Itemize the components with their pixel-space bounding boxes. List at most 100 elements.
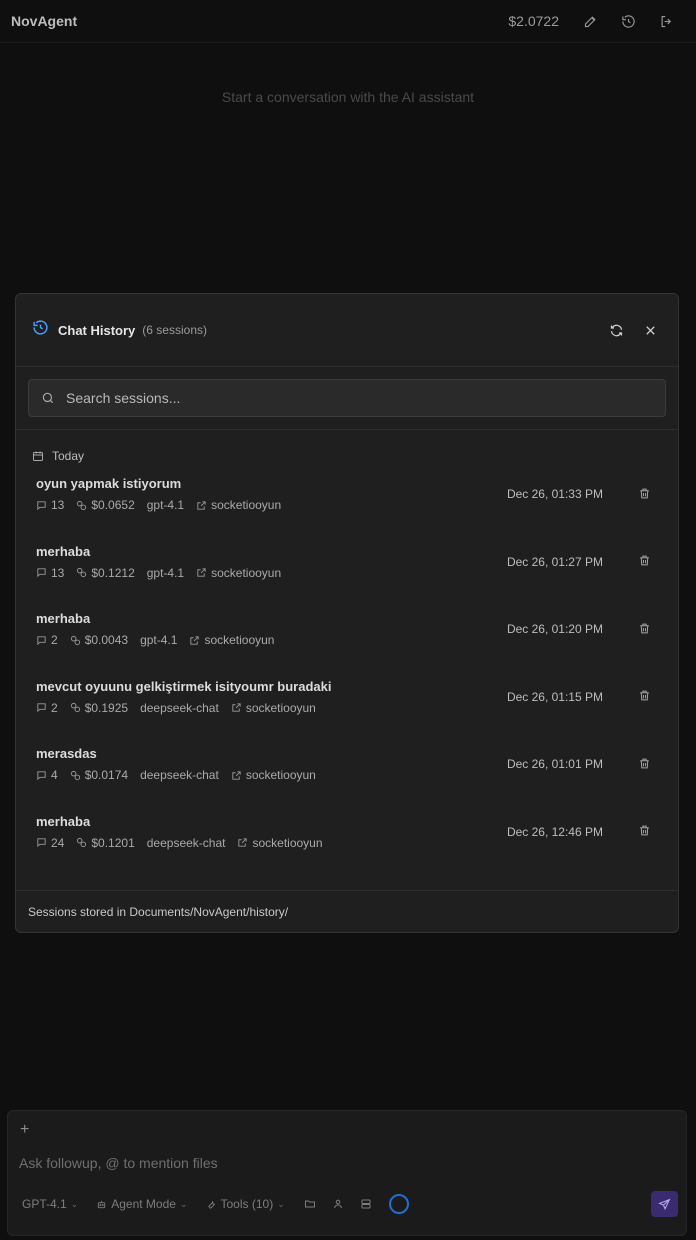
- server-icon: [361, 1199, 371, 1209]
- history-icon: [621, 14, 635, 28]
- session-item[interactable]: merhaba 2 $0.0043 gpt-4.1 socketiooyun D…: [36, 610, 658, 678]
- session-project: socketiooyun: [231, 701, 316, 715]
- logout-icon: [661, 15, 671, 27]
- chevron-down-icon: ⌄: [70, 1198, 79, 1209]
- folder-button[interactable]: [303, 1198, 317, 1210]
- add-context-button[interactable]: +: [20, 1121, 29, 1139]
- session-date: Dec 26, 01:27 PM: [506, 554, 603, 569]
- edit-icon: [584, 15, 596, 27]
- refresh-button[interactable]: [604, 318, 628, 342]
- top-bar: NovAgent $2.0722: [0, 0, 696, 43]
- external-link-icon: [232, 703, 241, 712]
- message-count: 2: [36, 633, 58, 647]
- coin-icon: [77, 837, 87, 848]
- session-project: socketiooyun: [196, 566, 281, 580]
- empty-state-message: Start a conversation with the AI assista…: [221, 89, 475, 105]
- session-model: gpt-4.1: [146, 565, 185, 580]
- message-count: 13: [36, 498, 64, 512]
- session-project: socketiooyun: [231, 768, 316, 782]
- session-model: deepseek-chat: [146, 835, 226, 850]
- close-icon: [645, 325, 655, 335]
- new-chat-button[interactable]: [571, 6, 609, 36]
- delete-session-button[interactable]: [636, 688, 652, 704]
- delete-session-button[interactable]: [636, 620, 652, 636]
- send-button[interactable]: [651, 1191, 678, 1217]
- session-model: gpt-4.1: [146, 498, 185, 512]
- coin-icon: [77, 567, 87, 578]
- session-cost: $0.1201: [76, 836, 135, 850]
- session-cost: $0.0652: [76, 498, 135, 512]
- session-item[interactable]: merhaba 24 $0.1201 deepseek-chat socketi…: [36, 813, 658, 881]
- server-button[interactable]: [359, 1198, 373, 1210]
- delete-session-button[interactable]: [636, 485, 652, 501]
- app-root: NovAgent $2.0722 Start a conversation wi…: [0, 0, 696, 1240]
- session-count: (6 sessions): [142, 323, 207, 337]
- loading-ring-icon: [388, 1194, 409, 1214]
- coin-icon: [70, 635, 80, 645]
- message-count: 2: [36, 701, 58, 715]
- message-icon: [37, 568, 46, 578]
- delete-session-button[interactable]: [636, 553, 652, 569]
- user-button[interactable]: [331, 1198, 345, 1210]
- total-cost: $2.0722: [508, 13, 559, 29]
- message-icon: [37, 703, 46, 713]
- refresh-icon: [610, 324, 622, 336]
- coin-icon: [70, 770, 80, 780]
- message-icon: [37, 770, 46, 780]
- send-icon: [658, 1198, 671, 1210]
- close-button[interactable]: [638, 318, 662, 342]
- session-cost: $0.0043: [70, 633, 128, 647]
- app-title: NovAgent: [11, 13, 78, 29]
- session-item[interactable]: merasdas 4 $0.0174 deepseek-chat socketi…: [36, 745, 658, 813]
- modal-footer: Sessions stored in Documents/NovAgent/hi…: [16, 890, 678, 932]
- session-cost: $0.1212: [76, 566, 135, 580]
- history-icon: [32, 319, 49, 341]
- session-date: Dec 26, 01:20 PM: [506, 622, 603, 636]
- model-selector[interactable]: GPT-4.1 ⌄: [22, 1197, 78, 1211]
- delete-session-button[interactable]: [636, 823, 652, 839]
- folder-icon: [304, 1200, 315, 1208]
- external-link-icon: [232, 770, 241, 780]
- message-icon: [37, 635, 46, 645]
- session-list: oyun yapmak istiyorum 13 $0.0652 gpt-4.1…: [16, 475, 678, 880]
- session-date: Dec 26, 01:33 PM: [506, 487, 603, 501]
- external-link-icon: [190, 635, 200, 645]
- search-input[interactable]: [66, 390, 653, 406]
- session-item[interactable]: mevcut oyuunu gelkiştirmek isityoumr bur…: [36, 678, 658, 746]
- message-input[interactable]: [19, 1155, 659, 1177]
- message-count: 13: [36, 566, 64, 580]
- trash-icon: [639, 690, 649, 701]
- modal-actions: [604, 318, 662, 342]
- robot-icon: [98, 1200, 106, 1208]
- coin-icon: [70, 702, 80, 713]
- session-model: deepseek-chat: [140, 768, 219, 782]
- chevron-down-icon: ⌄: [179, 1198, 188, 1209]
- session-date: Dec 26, 01:15 PM: [506, 689, 603, 704]
- history-button[interactable]: [609, 6, 647, 36]
- user-icon: [333, 1199, 342, 1209]
- trash-icon: [639, 623, 649, 633]
- mode-label: Agent Mode: [111, 1197, 176, 1211]
- modal-header: Chat History (6 sessions): [16, 294, 678, 367]
- session-cost: $0.0174: [70, 768, 128, 782]
- tools-selector[interactable]: Tools (10) ⌄: [206, 1197, 285, 1211]
- search-box[interactable]: [28, 379, 666, 417]
- group-label: Today: [52, 449, 85, 463]
- chat-composer: + GPT-4.1⌄ Agent Mode⌄ Tools (10)⌄: [7, 1110, 687, 1236]
- external-link-icon: [197, 500, 206, 510]
- session-model: deepseek-chat: [140, 700, 219, 715]
- message-icon: [37, 838, 46, 848]
- delete-session-button[interactable]: [636, 755, 652, 771]
- session-item[interactable]: merhaba 13 $0.1212 gpt-4.1 socketiooyun …: [36, 543, 658, 611]
- session-date: Dec 26, 01:01 PM: [506, 757, 603, 771]
- modal-title: Chat History: [58, 322, 136, 338]
- group-header-today: Today: [16, 430, 678, 466]
- session-cost: $0.1925: [70, 701, 128, 715]
- session-item[interactable]: oyun yapmak istiyorum 13 $0.0652 gpt-4.1…: [36, 475, 658, 543]
- logout-button[interactable]: [647, 6, 685, 36]
- tools-label: Tools (10): [220, 1197, 274, 1211]
- session-date: Dec 26, 12:46 PM: [506, 824, 603, 839]
- mode-selector[interactable]: Agent Mode ⌄: [96, 1197, 188, 1211]
- model-label: GPT-4.1: [22, 1197, 67, 1211]
- external-link-icon: [197, 568, 206, 577]
